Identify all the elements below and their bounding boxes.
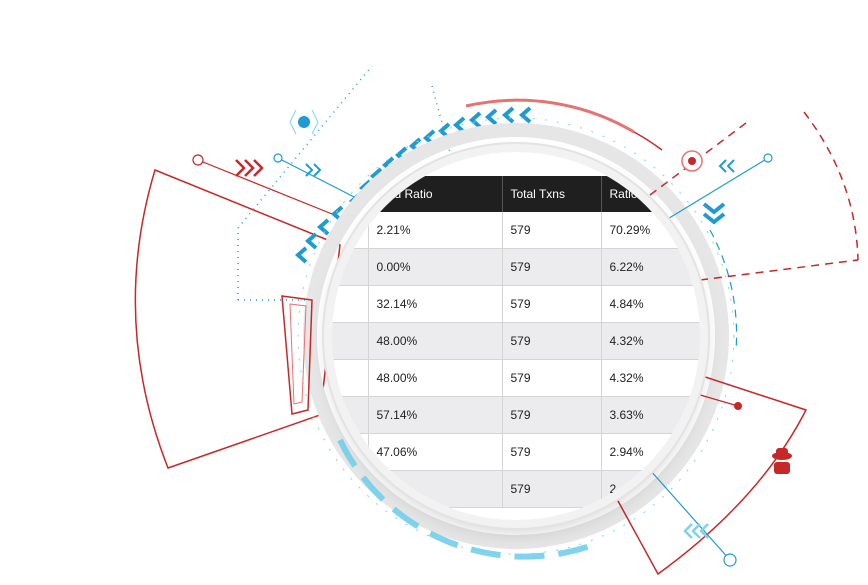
table-row[interactable]: 2.21% 579 70.29%	[332, 212, 700, 249]
left-red-bracket-inner	[289, 303, 307, 405]
table-cell: 32.14%	[368, 285, 503, 323]
data-table-container: cted Ratio Total Txns Ratio 2.21% 579 70…	[332, 176, 700, 508]
magnifier-lens: cted Ratio Total Txns Ratio 2.21% 579 70…	[332, 152, 700, 520]
table-cell: 4.32%	[601, 322, 700, 360]
table-row[interactable]: 32.14% 579 4.84%	[332, 285, 700, 323]
table-cell: 579	[502, 248, 602, 286]
right-red-node-icon	[734, 402, 742, 410]
column-header[interactable]: Ratio	[601, 176, 700, 212]
table-cell: 2.21%	[368, 212, 503, 249]
chevron-right-icon	[235, 159, 264, 177]
table-cell: 0.00%	[368, 248, 503, 286]
table-cell	[332, 285, 369, 323]
table-cell	[368, 470, 503, 508]
table-row[interactable]: 48.00% 579 4.32%	[332, 359, 700, 397]
table-cell	[332, 359, 369, 397]
red-arc-top-inner	[633, 131, 663, 151]
table-row[interactable]: 47.06% 579 2.94%	[332, 433, 700, 471]
column-header[interactable]: cted Ratio	[368, 176, 503, 212]
left-red-line	[197, 159, 343, 219]
table-cell: 3.63%	[601, 396, 700, 434]
table-cell: 579	[502, 470, 602, 508]
table-row[interactable]: 57.14% 579 3.63%	[332, 396, 700, 434]
table-cell	[332, 212, 369, 249]
table-cell: 4.84%	[601, 285, 700, 323]
table-cell: 48.00%	[368, 359, 503, 397]
table-cell: 70.29%	[601, 212, 700, 249]
table-header-row: cted Ratio Total Txns Ratio	[332, 176, 700, 212]
table-row[interactable]: 48.00% 579 4.32%	[332, 322, 700, 360]
table-cell: 2	[601, 470, 700, 508]
left-blue-node-icon	[273, 153, 283, 163]
data-table: cted Ratio Total Txns Ratio 2.21% 579 70…	[332, 176, 700, 508]
table-cell	[332, 396, 369, 434]
bottom-blue-node-icon	[723, 553, 737, 567]
table-cell: 57.14%	[368, 396, 503, 434]
table-cell: 48.00%	[368, 322, 503, 360]
table-cell	[332, 248, 369, 286]
column-header[interactable]: Total Txns	[502, 176, 602, 212]
small-blue-chevron-right-icon	[305, 163, 322, 177]
table-row[interactable]: 579 2	[332, 470, 700, 508]
table-cell: 4.32%	[601, 359, 700, 397]
table-cell: 47.06%	[368, 433, 503, 471]
table-cell: 579	[502, 359, 602, 397]
table-row[interactable]: 0.00% 579 6.22%	[332, 248, 700, 286]
table-cell	[332, 322, 369, 360]
table-cell	[332, 433, 369, 471]
table-cell: 579	[502, 433, 602, 471]
table-cell: 2.94%	[601, 433, 700, 471]
table-cell: 6.22%	[601, 248, 700, 286]
left-red-node-icon	[192, 154, 204, 166]
table-cell: 579	[502, 212, 602, 249]
table-cell: 579	[502, 285, 602, 323]
table-cell	[332, 470, 369, 508]
table-cell: 579	[502, 322, 602, 360]
header-blank	[332, 176, 369, 212]
table-cell: 579	[502, 396, 602, 434]
chevron-down-icon	[702, 202, 726, 225]
small-blue-chevron-left-icon	[718, 159, 735, 173]
right-blue-node-icon	[763, 153, 773, 163]
blue-dot-icon	[298, 116, 310, 128]
target-dot-core	[688, 157, 696, 165]
